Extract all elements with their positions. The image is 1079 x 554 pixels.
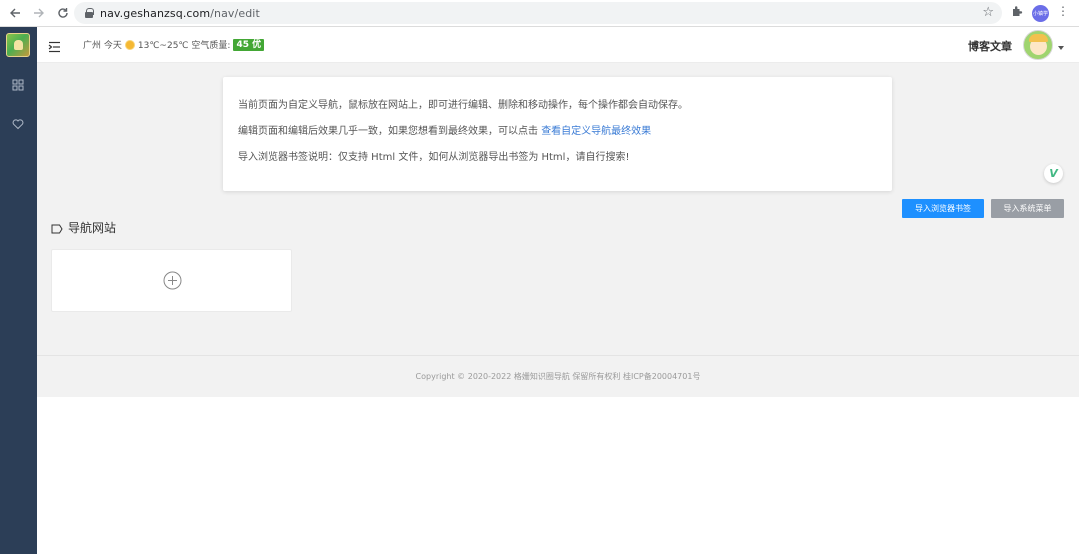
add-site-card[interactable] bbox=[51, 249, 292, 312]
copyright-text: Copyright © 2020-2022 格姗知识圈导航 保留所有权利 桂IC… bbox=[415, 372, 701, 381]
heart-icon[interactable] bbox=[12, 115, 24, 130]
weather-widget: 广州 今天 13℃~25℃ 空气质量: 45 优 bbox=[83, 38, 265, 51]
back-icon[interactable] bbox=[3, 1, 27, 25]
bookmark-star-icon[interactable]: ☆ bbox=[982, 5, 994, 20]
main-content: 当前页面为自定义导航，鼠标放在网站上，即可进行编辑、删除和移动操作，每个操作都会… bbox=[37, 63, 1079, 397]
aqi-badge: 45 优 bbox=[233, 38, 265, 51]
site-logo[interactable] bbox=[6, 33, 30, 57]
browser-toolbar: nav.geshanzsq.com/nav/edit ☆ 小镇学 ⋮ bbox=[0, 0, 1079, 27]
info-line-2: 编辑页面和编辑后效果几乎一致，如果您想看到最终效果，可以点击 查看自定义导航最终… bbox=[238, 126, 652, 137]
page-blank-area bbox=[37, 397, 1079, 554]
info-line-1: 当前页面为自定义导航，鼠标放在网站上，即可进行编辑、删除和移动操作，每个操作都会… bbox=[238, 100, 688, 111]
chevron-down-icon[interactable] bbox=[1058, 46, 1064, 50]
menu-toggle-icon[interactable] bbox=[48, 38, 61, 53]
user-avatar[interactable] bbox=[1023, 30, 1053, 60]
info-card: 当前页面为自定义导航，鼠标放在网站上，即可进行编辑、删除和移动操作，每个操作都会… bbox=[223, 77, 892, 191]
import-system-menu-button[interactable]: 导入系统菜单 bbox=[991, 199, 1064, 218]
section-title: 导航网站 bbox=[51, 219, 116, 236]
footer: Copyright © 2020-2022 格姗知识圈导航 保留所有权利 桂IC… bbox=[37, 355, 1079, 397]
extensions-icon[interactable] bbox=[1011, 5, 1023, 20]
grid-icon[interactable] bbox=[12, 76, 24, 91]
info-line-3: 导入浏览器书签说明：仅支持 Html 文件，如何从浏览器导出书签为 Html，请… bbox=[238, 152, 630, 163]
sidebar bbox=[0, 27, 37, 554]
sun-icon bbox=[125, 40, 134, 49]
view-final-effect-link[interactable]: 查看自定义导航最终效果 bbox=[541, 126, 651, 137]
reload-icon[interactable] bbox=[51, 1, 75, 25]
forward-icon[interactable] bbox=[27, 1, 51, 25]
address-bar[interactable]: nav.geshanzsq.com/nav/edit ☆ bbox=[74, 2, 1002, 24]
browser-menu-icon[interactable]: ⋮ bbox=[1057, 4, 1069, 18]
plus-circle-icon[interactable] bbox=[163, 271, 182, 290]
section-title-text: 导航网站 bbox=[68, 221, 117, 235]
weather-temp: 13℃~25℃ 空气质量: bbox=[137, 41, 231, 51]
url-text: nav.geshanzsq.com/nav/edit bbox=[100, 6, 260, 20]
blog-articles-link[interactable]: 博客文章 bbox=[968, 38, 1012, 54]
lock-icon[interactable] bbox=[85, 8, 94, 18]
weather-city: 广州 今天 bbox=[83, 41, 122, 51]
app-header: 广州 今天 13℃~25℃ 空气质量: 45 优 博客文章 bbox=[37, 27, 1079, 63]
import-bookmarks-button[interactable]: 导入浏览器书签 bbox=[902, 199, 984, 218]
vue-logo-icon[interactable]: V bbox=[1044, 164, 1063, 183]
tag-icon bbox=[51, 223, 63, 233]
profile-avatar[interactable]: 小镇学 bbox=[1032, 5, 1049, 22]
